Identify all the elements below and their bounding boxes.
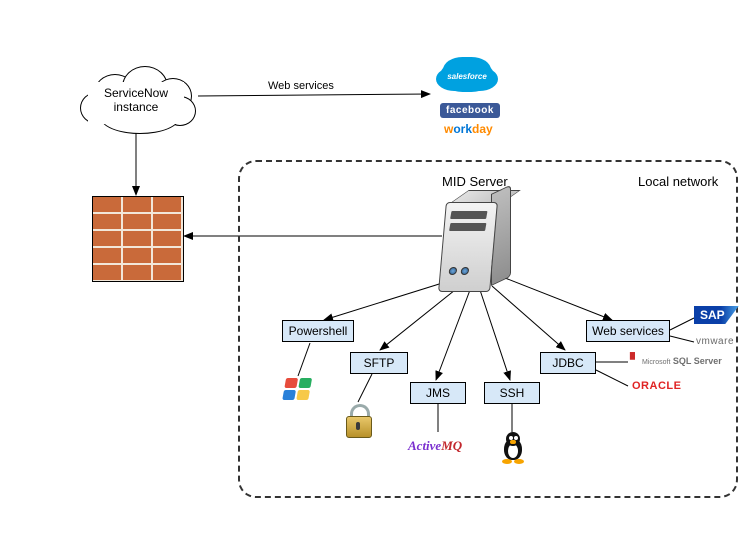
servicenow-cloud: ServiceNow instance <box>76 64 196 134</box>
cloud-line1: ServiceNow <box>104 86 168 100</box>
mid-server-icon <box>442 190 512 294</box>
web-services-arrow-label: Web services <box>268 80 334 92</box>
mid-server-label: MID Server <box>442 174 508 190</box>
protocol-powershell: Powershell <box>282 320 354 342</box>
local-network-title: Local network <box>638 174 718 190</box>
vendor-activemq: ActiveMQ <box>408 438 462 454</box>
vendor-workday: workday <box>444 122 493 136</box>
vendor-salesforce: salesforce <box>440 60 494 92</box>
padlock-icon <box>344 404 372 436</box>
vendor-vmware: vmware <box>696 336 734 347</box>
vendor-sap: SAP <box>694 306 739 324</box>
protocol-web-services: Web services <box>586 320 670 342</box>
firewall-icon <box>92 196 184 282</box>
windows-icon <box>284 378 312 402</box>
vendor-facebook: facebook <box>440 100 500 118</box>
vendor-sqlserver: ▘Microsoft SQL Server <box>630 356 722 366</box>
protocol-ssh: SSH <box>484 382 540 404</box>
vendor-oracle: ORACLE <box>632 380 681 392</box>
protocol-jms: JMS <box>410 382 466 404</box>
cloud-line2: instance <box>114 100 159 114</box>
protocol-sftp: SFTP <box>350 352 408 374</box>
tux-icon <box>500 432 526 462</box>
protocol-jdbc: JDBC <box>540 352 596 374</box>
